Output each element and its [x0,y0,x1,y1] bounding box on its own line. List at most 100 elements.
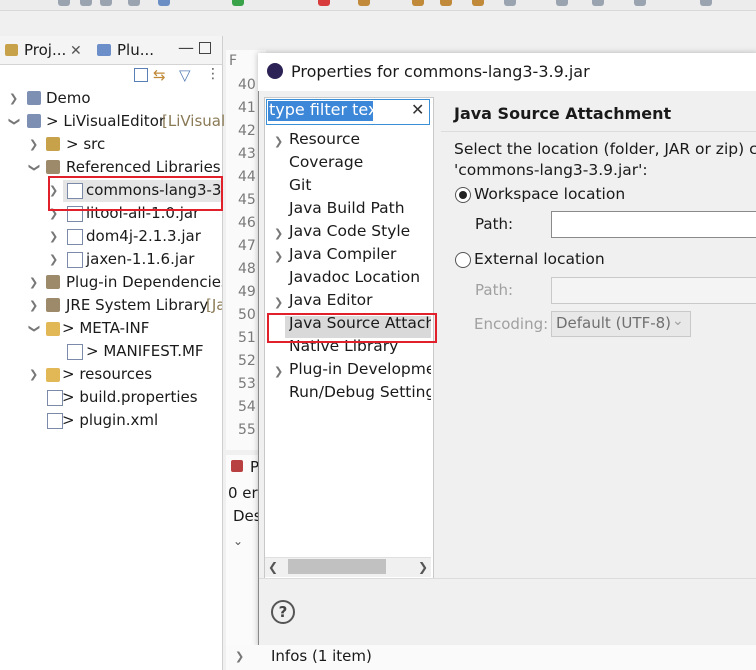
maximize-icon[interactable] [199,42,211,54]
dialog-titlebar: Properties for commons-lang3-3.9.jar [258,53,756,91]
debug-icon[interactable] [318,0,330,6]
node-java-editor[interactable]: Java Editor [289,291,373,309]
toolbar-icon[interactable] [158,0,170,6]
chevron-right-icon[interactable]: ❯ [9,93,19,105]
toolbar-icon[interactable] [634,0,646,6]
tab-project-explorer[interactable]: Proj... [24,41,66,59]
tree-item-meta-inf[interactable]: ❯ > META-INF [0,318,222,341]
line-number: 41 [238,100,256,116]
node-coverage[interactable]: Coverage [289,153,363,171]
scroll-left-icon[interactable]: ❮ [268,560,278,574]
run-icon[interactable] [232,0,244,6]
jar-icon [67,252,83,268]
node-java-compiler[interactable]: Java Compiler [289,245,396,263]
library-container-icon [46,160,60,174]
node-plugin-development[interactable]: Plug-in Developmer [289,360,431,378]
scroll-right-icon[interactable]: ❯ [418,560,428,574]
node-resource[interactable]: Resource [289,130,360,148]
plugins-icon [97,44,111,56]
collapse-all-icon[interactable] [134,68,148,82]
close-icon[interactable]: ✕ [70,43,82,59]
tree-item-jre-system-library[interactable]: ❯ JRE System Library [Ja [0,295,222,318]
toolbar-icon[interactable] [100,0,112,6]
view-menu-icon[interactable]: ⋮ [206,66,220,82]
minimize-icon[interactable]: — [178,38,194,57]
expand-icon[interactable]: ❯ [274,246,283,264]
line-number: 48 [238,261,256,277]
eclipse-icon [267,63,283,79]
chevron-right-icon[interactable]: ❯ [49,231,59,243]
line-number: 50 [238,307,256,323]
project-icon [27,91,41,105]
toolbar-icon[interactable] [412,0,424,6]
library-container-icon [46,298,60,312]
chevron-down-icon[interactable]: ❯ [28,163,41,173]
workspace-path-input[interactable] [551,211,756,238]
dialog-footer [259,578,756,645]
workspace-location-radio[interactable] [455,187,471,203]
chevron-right-icon[interactable]: ❯ [49,254,59,266]
highlight-box [48,176,223,211]
expand-icon[interactable]: ❯ [274,131,283,149]
infos-item[interactable]: Infos (1 item) [271,647,372,665]
page-heading: Java Source Attachment [454,104,672,123]
toolbar-icon[interactable] [128,0,140,6]
help-icon[interactable]: ? [271,600,295,624]
line-number: 53 [238,376,256,392]
chevron-right-icon[interactable]: ❯ [29,277,39,289]
tree-item-plugin-dependencies[interactable]: ❯ Plug-in Dependencies [0,272,222,295]
chevron-right-icon[interactable]: ❯ [29,300,39,312]
tree-item-jaxen[interactable]: ❯ jaxen-1.1.6.jar [0,249,222,272]
tree-item-dom4j[interactable]: ❯ dom4j-2.1.3.jar [0,226,222,249]
toolbar-icon[interactable] [592,0,604,6]
toolbar-icon[interactable] [472,0,484,6]
chevron-right-icon[interactable]: ❯ [235,650,244,663]
chevron-right-icon[interactable]: ❯ [29,369,39,381]
tree-item-plugin-xml[interactable]: > plugin.xml [0,410,222,433]
expand-icon[interactable]: ❯ [274,223,283,241]
problems-summary: 0 er [228,484,258,502]
line-number: 42 [238,123,256,139]
tree-item-build-properties[interactable]: > build.properties [0,387,222,410]
editor-tab[interactable]: F [229,53,237,69]
tab-plugins[interactable]: Plu... [117,41,154,59]
node-git[interactable]: Git [289,176,311,194]
node-java-code-style[interactable]: Java Code Style [289,222,410,240]
encoding-select[interactable]: Default (UTF-8) ⌄ [551,311,691,337]
external-path-input[interactable] [551,277,756,304]
toolbar-icon[interactable] [58,0,70,6]
chevron-down-icon[interactable]: ❯ [8,117,21,127]
node-javadoc-location[interactable]: Javadoc Location [289,268,420,286]
expand-icon[interactable]: ❯ [274,292,283,310]
node-java-build-path[interactable]: Java Build Path [289,199,405,217]
source-folder-icon [46,137,60,151]
link-editor-icon[interactable]: ⇆ [153,66,166,84]
line-number: 47 [238,238,256,254]
tree-item-demo[interactable]: ❯ Demo [0,88,222,111]
tree-item-src[interactable]: ❯ > src [0,134,222,157]
clear-filter-icon[interactable]: ✕ [411,100,424,119]
chevron-down-icon[interactable]: ⌄ [672,313,684,329]
scrollbar-thumb[interactable] [288,559,386,574]
chevron-down-icon[interactable]: ⌄ [233,534,243,548]
workspace-location-label[interactable]: Workspace location [474,185,625,203]
external-location-radio[interactable] [455,252,471,268]
explorer-tab-bar: Proj... ✕ Plu... — [0,36,222,65]
tree-item-resources[interactable]: ❯ > resources [0,364,222,387]
filter-icon[interactable]: ▽ [179,66,191,84]
tree-item-manifest[interactable]: > MANIFEST.MF [0,341,222,364]
toolbar-icon[interactable] [440,0,452,6]
chevron-down-icon[interactable]: ❯ [28,324,41,334]
node-run-debug-settings[interactable]: Run/Debug Setting [289,383,431,401]
toolbar-icon[interactable] [556,0,568,6]
expand-icon[interactable]: ❯ [274,361,283,379]
toolbar-icon[interactable] [358,0,370,6]
chevron-right-icon[interactable]: ❯ [29,139,39,151]
toolbar-icon[interactable] [504,0,516,6]
tree-item-livisualeditor[interactable]: ❯ > LiVisualEditor [LiVisual [0,111,225,134]
toolbar-icon[interactable] [700,0,712,6]
jar-icon [67,229,83,245]
external-location-label[interactable]: External location [474,250,605,268]
toolbar-icon[interactable] [80,0,92,6]
page-description: Select the location (folder, JAR or zip)… [454,140,756,158]
